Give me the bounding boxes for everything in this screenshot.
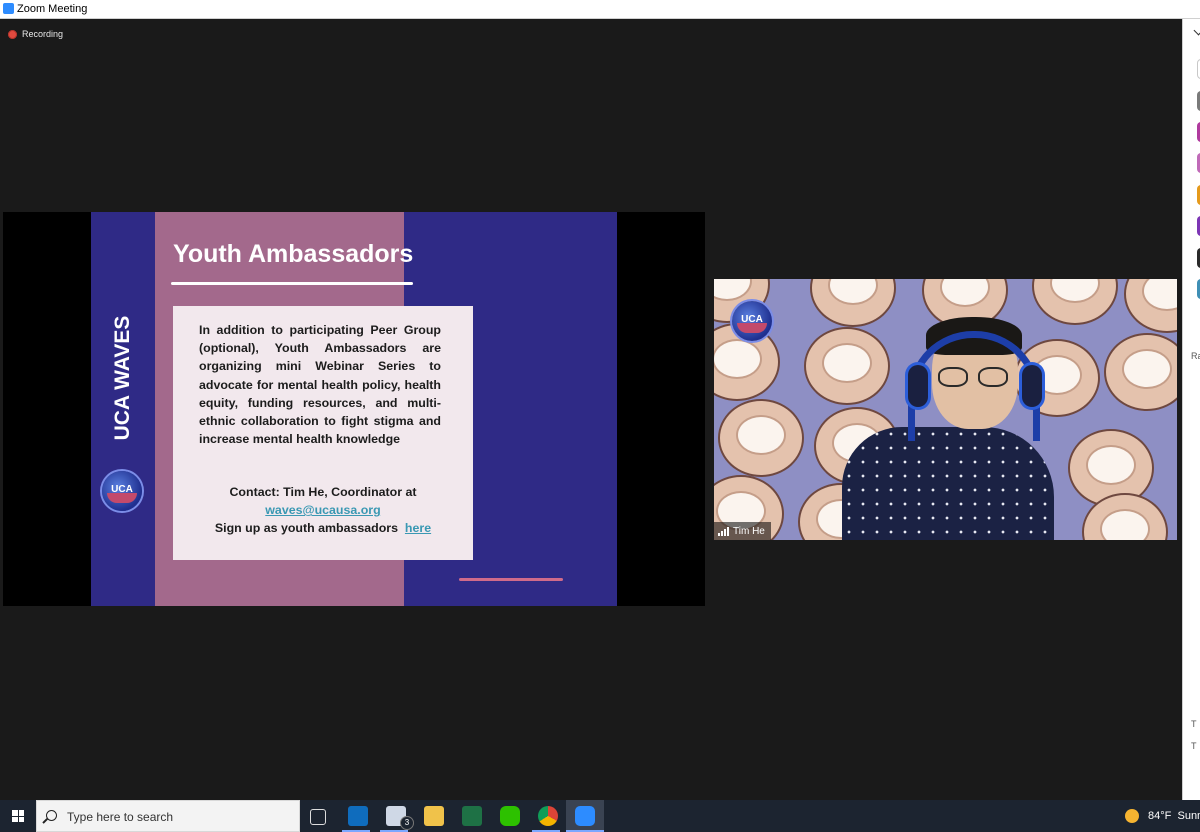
slide-text-card: In addition to participating Peer Group … [173, 306, 473, 560]
excel-icon[interactable] [462, 806, 482, 826]
start-button[interactable] [0, 800, 36, 832]
panel-label: T [1191, 741, 1197, 751]
steamer-decoration [1032, 279, 1118, 325]
mail-badge: 3 [400, 816, 414, 830]
signup-line: Sign up as youth ambassadors here [173, 519, 473, 537]
meeting-area: Recording UCA WAVES UCA Youth Ambassador… [0, 19, 1182, 800]
slide-contact-block: Contact: Tim He, Coordinator at waves@uc… [173, 483, 473, 538]
slide-vertical-title: UCA WAVES [98, 314, 148, 442]
chrome-icon[interactable] [538, 806, 558, 826]
weather-widget[interactable]: 84°F Sunn [1148, 810, 1200, 822]
steamer-decoration [718, 399, 804, 477]
slide-accent-line [459, 578, 563, 581]
slide-body-text: In addition to participating Peer Group … [199, 323, 441, 447]
slide-vertical-title-text: UCA WAVES [111, 315, 134, 441]
participant-name-tag: Tim He [714, 522, 771, 540]
headset-left-cup [908, 365, 928, 407]
video-logo-text: UCA [741, 314, 763, 325]
search-placeholder: Type here to search [67, 810, 174, 824]
slide-heading: Youth Ambassadors [173, 240, 414, 268]
zoom-taskbar-button[interactable] [566, 800, 604, 832]
glasses-left-lens [938, 367, 968, 387]
contact-email-link[interactable]: waves@ucausa.org [265, 503, 380, 517]
weather-temp: 84°F [1148, 810, 1172, 822]
participant-name: Tim He [733, 525, 765, 537]
person-glasses [938, 367, 1012, 389]
taskbar-search[interactable]: Type here to search [36, 800, 300, 832]
steamer-decoration [1104, 333, 1177, 411]
contact-line: Contact: Tim He, Coordinator at [229, 485, 417, 499]
participant-video[interactable]: UCA Tim He [714, 279, 1177, 540]
steamer-decoration [804, 327, 890, 405]
steamer-decoration [810, 279, 896, 327]
participants-panel-edge[interactable]: Ra T T [1182, 19, 1200, 800]
panel-label: T [1191, 719, 1197, 729]
panel-label: Ra [1191, 351, 1200, 361]
weather-text: Sunn [1177, 810, 1200, 822]
chevron-down-icon[interactable] [1193, 25, 1200, 36]
search-icon [46, 810, 57, 821]
logo-text: UCA [111, 484, 133, 495]
signup-text: Sign up as youth ambassadors [214, 521, 399, 536]
windows-logo-icon [12, 810, 24, 822]
slide-heading-underline [171, 282, 413, 285]
person-shirt [842, 427, 1054, 540]
recording-label: Recording [22, 29, 64, 39]
video-uca-logo: UCA [732, 301, 772, 341]
recording-dot-icon [8, 29, 17, 39]
file-explorer-icon[interactable] [424, 806, 444, 826]
sun-icon [1125, 809, 1139, 823]
connection-signal-icon [718, 526, 729, 536]
wechat-icon[interactable] [500, 806, 520, 826]
headset-right-cup [1022, 365, 1042, 407]
glasses-right-lens [978, 367, 1008, 387]
recording-indicator[interactable]: Recording [8, 27, 63, 41]
windows-taskbar: Type here to search 3 84°F Sunn [0, 800, 1200, 832]
window-title: Zoom Meeting [17, 3, 88, 15]
zoom-icon [575, 806, 595, 826]
task-view-icon[interactable] [310, 809, 326, 825]
window-titlebar[interactable]: Zoom Meeting [0, 0, 1200, 19]
presentation-slide: UCA WAVES UCA Youth Ambassadors In addit… [91, 212, 617, 606]
outlook-icon[interactable] [348, 806, 368, 826]
zoom-app-icon [3, 3, 14, 14]
uca-logo: UCA [102, 471, 142, 511]
steamer-decoration [1124, 279, 1177, 333]
shared-screen[interactable]: UCA WAVES UCA Youth Ambassadors In addit… [3, 212, 705, 606]
signup-link[interactable]: here [405, 521, 431, 535]
